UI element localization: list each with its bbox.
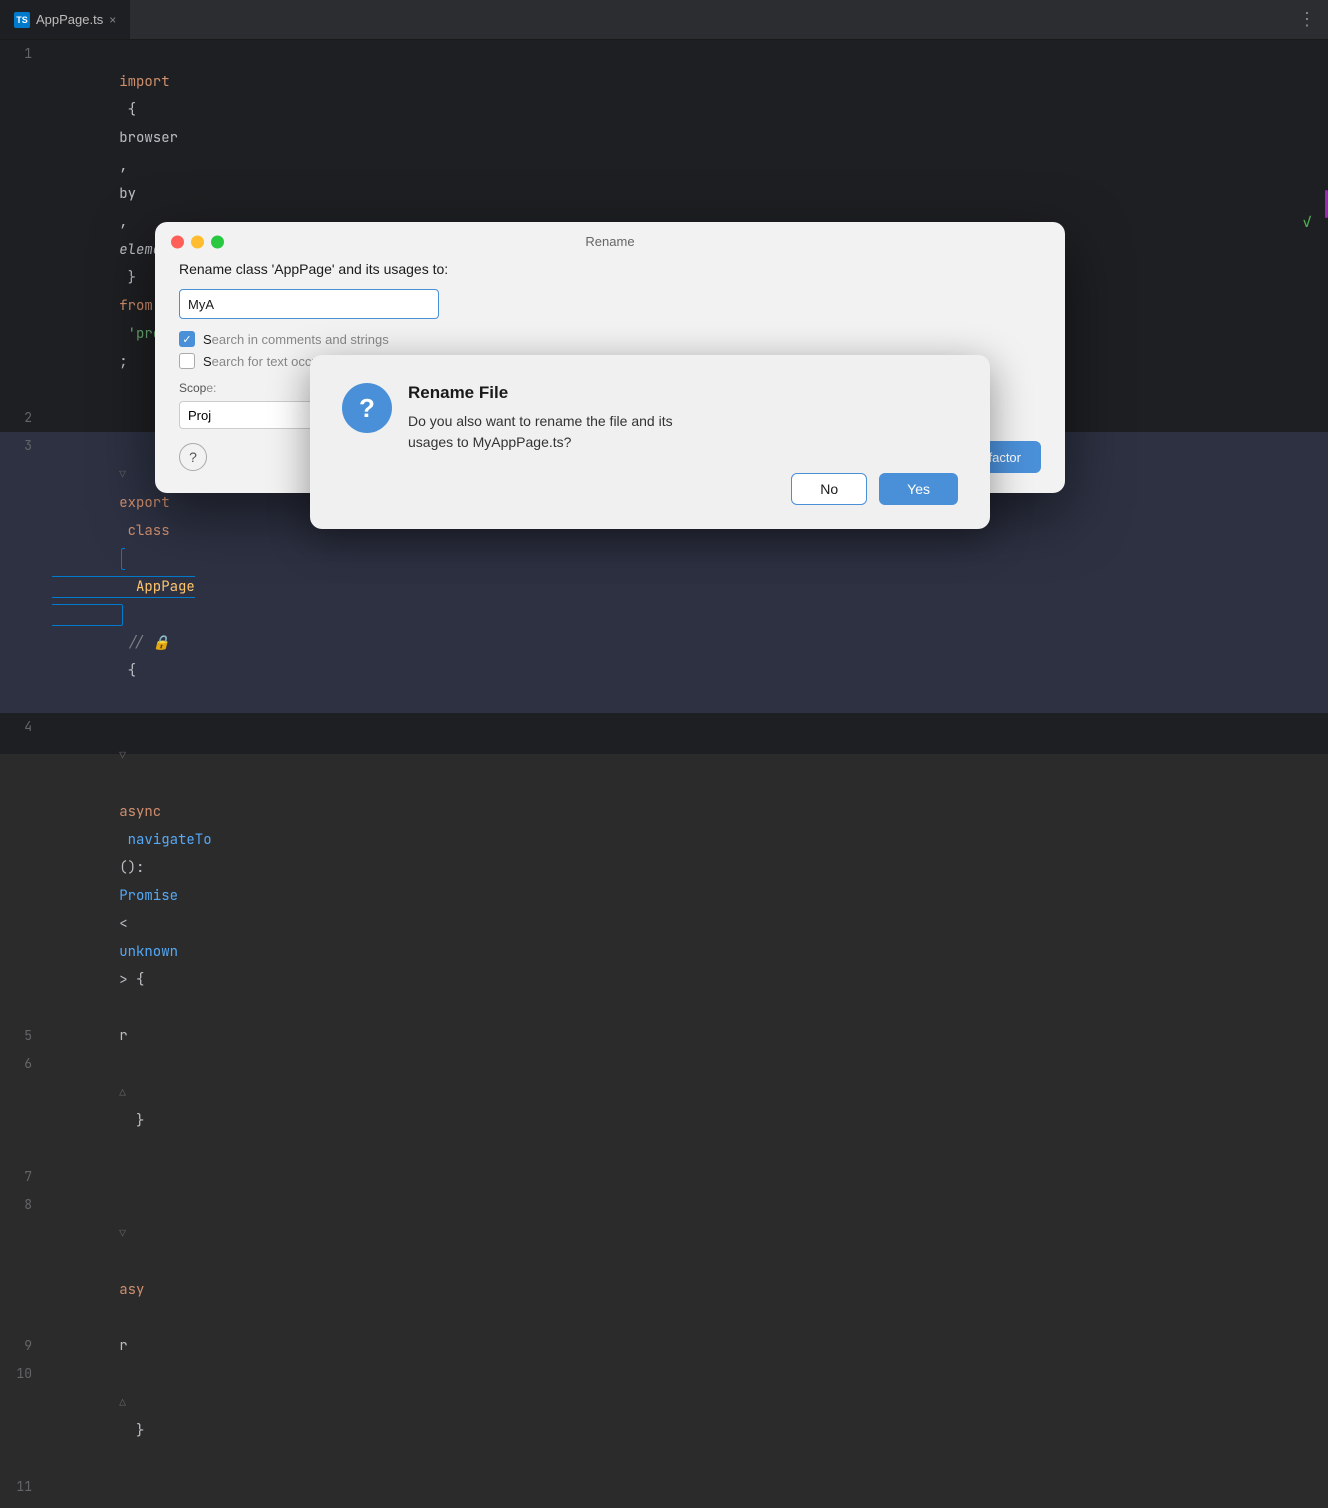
- tab-close-button[interactable]: ×: [109, 13, 116, 27]
- line-content-5: r: [48, 1022, 1328, 1050]
- keyword-from: from: [119, 297, 153, 315]
- rename-file-footer: No Yes: [342, 473, 958, 505]
- punct: ():: [119, 859, 153, 877]
- indent: [119, 1253, 136, 1271]
- classname-highlight: AppPage: [52, 548, 195, 626]
- rename-option-1: ✓ Search in comments and strings: [179, 331, 1041, 347]
- traffic-light-green[interactable]: [211, 235, 224, 248]
- punct: <: [119, 915, 127, 933]
- line-content-10: △ }: [48, 1360, 1328, 1473]
- traffic-lights: [171, 235, 224, 248]
- rename-input-row: [179, 289, 1041, 319]
- line-content-11: △ }: [48, 1473, 1328, 1508]
- line-number-2: 2: [0, 404, 48, 432]
- line-number-10: 10: [0, 1360, 48, 1388]
- type-unknown: unknown: [119, 943, 178, 961]
- keyword-async: async: [119, 803, 161, 821]
- closing-brace: }: [119, 1112, 144, 1130]
- check-icon: ✓: [1302, 208, 1312, 236]
- line-number-9: 9: [0, 1332, 48, 1360]
- tab-filename: AppPage.ts: [36, 12, 103, 27]
- rename-file-title: Rename File: [408, 383, 673, 403]
- keyword-asy: asy: [119, 1281, 144, 1299]
- line-number-3: 3: [0, 432, 48, 460]
- rename-prompt: Rename class 'AppPage' and its usages to…: [179, 261, 1041, 277]
- rename-dialog-title: Rename: [585, 234, 634, 249]
- fold-icon-4: ▽: [119, 749, 126, 763]
- punct: ;: [119, 353, 127, 371]
- tab-menu-button[interactable]: ⋮: [1298, 9, 1328, 30]
- identifier-by: by: [119, 185, 136, 203]
- fn-navigateTo: navigateTo: [119, 831, 211, 849]
- line-content-4: ▽ async navigateTo (): Promise < unknown…: [48, 713, 1328, 1022]
- class-open-brace: {: [119, 662, 136, 680]
- rename-file-header: ? Rename File Do you also want to rename…: [342, 383, 958, 453]
- rename-file-text: Rename File Do you also want to rename t…: [408, 383, 673, 453]
- line-number-1: 1: [0, 40, 48, 68]
- fold-icon-3: ▽: [119, 468, 126, 482]
- rename-file-no-button[interactable]: No: [791, 473, 867, 505]
- line-number-5: 5: [0, 1022, 48, 1050]
- keyword-import: import: [119, 73, 169, 91]
- indent: [119, 775, 136, 793]
- option-1-label: Search in comments and strings: [203, 332, 389, 347]
- tab-bar: TS AppPage.ts × ⋮: [0, 0, 1328, 40]
- punct: > {: [119, 971, 144, 989]
- closing-brace: }: [119, 1422, 144, 1440]
- rename-input-field[interactable]: [179, 289, 439, 319]
- keyword-class: class: [119, 522, 169, 540]
- rename-file-dialog: ? Rename File Do you also want to rename…: [310, 355, 990, 529]
- classname-apppage: AppPage: [136, 578, 195, 596]
- line-number-11: 11: [0, 1473, 48, 1501]
- code-line-10: 10 △ }: [0, 1360, 1328, 1473]
- type-promise: Promise: [119, 887, 178, 905]
- fold-icon-6: △: [119, 1086, 126, 1100]
- rename-file-message: Do you also want to rename the file and …: [408, 411, 673, 453]
- line-number-6: 6: [0, 1050, 48, 1078]
- line-number-4: 4: [0, 713, 48, 741]
- code-line-4: 4 ▽ async navigateTo (): Promise < unkno…: [0, 713, 1328, 1022]
- line-content-8: ▽ asy: [48, 1191, 1328, 1332]
- keyword-export: export: [119, 494, 169, 512]
- rename-dialog-titlebar: Rename: [155, 222, 1065, 261]
- code-line-8: 8 ▽ asy: [0, 1191, 1328, 1332]
- ts-badge: TS: [14, 12, 30, 28]
- punct: {: [119, 101, 144, 119]
- line-number-7: 7: [0, 1163, 48, 1191]
- checkbox-option-1[interactable]: ✓: [179, 331, 195, 347]
- traffic-light-yellow[interactable]: [191, 235, 204, 248]
- line-number-8: 8: [0, 1191, 48, 1219]
- identifier-browser: browser: [119, 129, 178, 147]
- rename-file-icon: ?: [342, 383, 392, 433]
- tab-apppage[interactable]: TS AppPage.ts ×: [0, 0, 131, 39]
- punct: ,: [119, 213, 136, 231]
- fold-icon-10: △: [119, 1396, 126, 1410]
- code-line-9: 9 r: [0, 1332, 1328, 1360]
- punct: ,: [119, 157, 136, 175]
- line-content-6: △ }: [48, 1050, 1328, 1163]
- checkbox-option-2[interactable]: [179, 353, 195, 369]
- punct: }: [119, 269, 144, 287]
- fold-icon-8: ▽: [119, 1227, 126, 1241]
- code-line-6: 6 △ }: [0, 1050, 1328, 1163]
- code-line-11: 11 △ }: [0, 1473, 1328, 1508]
- comment-icon: // 🔒: [119, 634, 170, 652]
- code-line-5: 5 r: [0, 1022, 1328, 1050]
- help-button[interactable]: ?: [179, 443, 207, 471]
- editor-window: TS AppPage.ts × ⋮ 1 import { browser , b…: [0, 0, 1328, 754]
- line-content-7: [48, 1163, 1328, 1191]
- line-content-9: r: [48, 1332, 1328, 1360]
- traffic-light-red[interactable]: [171, 235, 184, 248]
- line-1-status: ✓: [1302, 40, 1312, 404]
- rename-file-yes-button[interactable]: Yes: [879, 473, 958, 505]
- code-line-7: 7: [0, 1163, 1328, 1191]
